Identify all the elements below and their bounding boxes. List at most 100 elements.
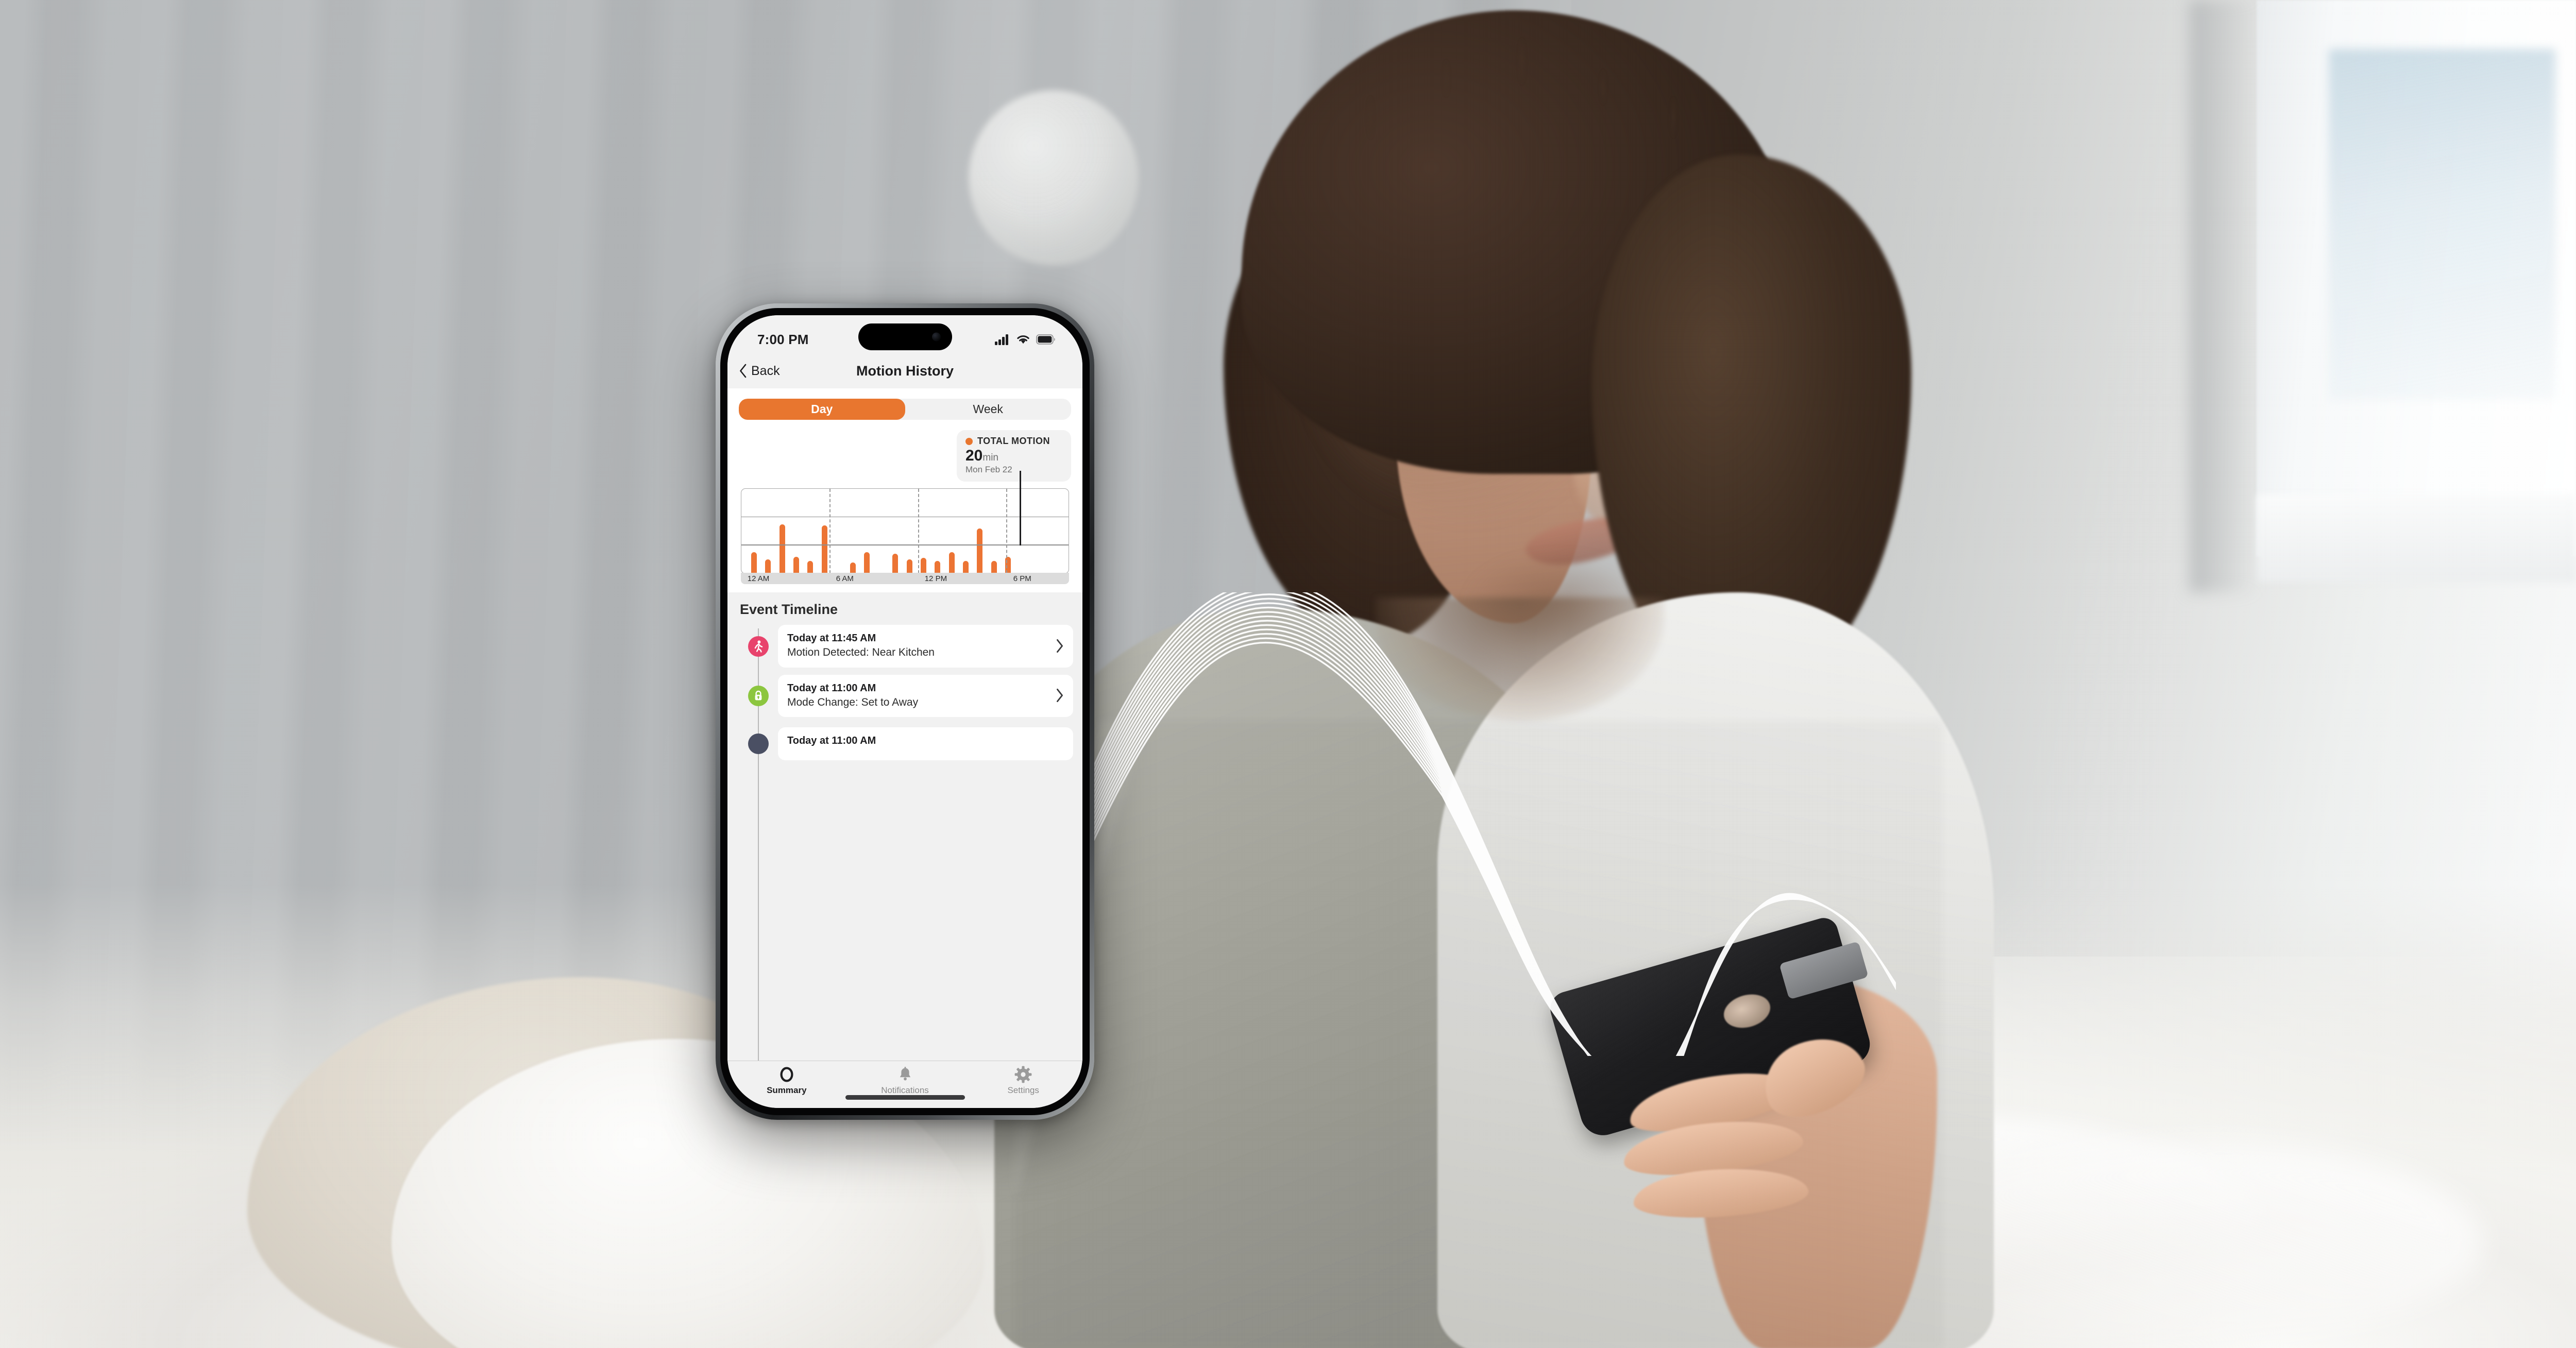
phone-mockup: 7:00 PM Back Motion History Day Week TOT… <box>716 303 1094 1120</box>
chart-bar <box>765 559 771 574</box>
person <box>994 0 1994 1348</box>
lock-glyph <box>755 690 762 701</box>
total-motion-card: TOTAL MOTION 20min Mon Feb 22 <box>957 430 1071 482</box>
wifi-icon <box>1017 335 1029 344</box>
tab-summary[interactable]: Summary <box>727 1066 846 1096</box>
chart-bar <box>991 560 997 574</box>
status-bar-icons <box>995 334 1056 345</box>
walking-person-icon <box>748 636 769 657</box>
chart-bar <box>920 558 926 574</box>
chart-tick-label: 6 AM <box>836 574 854 584</box>
chart-bar <box>821 525 827 574</box>
tab-day[interactable]: Day <box>739 399 905 420</box>
ring-icon <box>780 1067 793 1082</box>
stat-card-row: TOTAL MOTION 20min Mon Feb 22 <box>739 430 1071 482</box>
chart-bar <box>892 554 899 574</box>
day-week-segmented-control[interactable]: Day Week <box>739 399 1071 420</box>
chart-bar <box>864 552 870 574</box>
screen-content: Day Week TOTAL MOTION 20min Mon Feb 22 1… <box>727 388 1082 1061</box>
shield-icon <box>748 733 769 755</box>
chart-tick-label: 12 AM <box>747 574 770 584</box>
chart-bar <box>977 528 983 574</box>
status-bar: 7:00 PM <box>727 315 1082 353</box>
phone-screen: 7:00 PM Back Motion History Day Week TOT… <box>727 315 1082 1108</box>
chart-bar <box>962 560 969 574</box>
chevron-right-icon[interactable] <box>1056 688 1064 703</box>
event-timeline-section: Event Timeline Today at 11:45 AM Motion … <box>727 592 1082 1061</box>
bell-icon <box>900 1067 910 1081</box>
timeline-event-row[interactable]: Today at 11:45 AM Motion Detected: Near … <box>727 625 1082 668</box>
cellular-signal-icon <box>995 334 1008 345</box>
chart-bar <box>935 560 941 574</box>
stat-card-number: 20 <box>965 447 983 464</box>
hair-wisps <box>1262 31 1803 247</box>
motion-bar-chart[interactable]: 12 AM 6 AM 12 PM 6 PM <box>739 471 1071 585</box>
background-photo <box>0 0 2576 1348</box>
event-card[interactable]: Today at 11:00 AM <box>778 727 1073 761</box>
chart-time-divider <box>829 489 831 574</box>
chart-tick-label: 6 PM <box>1013 574 1031 584</box>
event-text: Today at 11:45 AM Motion Detected: Near … <box>787 632 935 660</box>
tab-notifications[interactable]: Notifications <box>846 1066 964 1096</box>
chart-bar <box>751 552 757 574</box>
gear-icon <box>1014 1066 1032 1083</box>
event-time: Today at 11:45 AM <box>787 633 876 644</box>
window-pane <box>2329 49 2555 399</box>
event-description: Motion Detected: Near Kitchen <box>787 646 935 659</box>
chart-time-divider <box>918 489 919 574</box>
chart-bar <box>793 556 799 574</box>
stat-card-unit: min <box>982 452 998 463</box>
walking-person-glyph <box>754 640 763 653</box>
section-title: Event Timeline <box>740 602 838 618</box>
dynamic-island <box>858 323 952 350</box>
back-button-label: Back <box>751 363 780 378</box>
front-camera-icon <box>931 332 941 342</box>
stat-card-value: 20min <box>965 447 1058 464</box>
stat-card-date: Mon Feb 22 <box>965 465 1012 475</box>
window-edge-glow <box>2190 0 2257 592</box>
tab-settings-label: Settings <box>1007 1085 1039 1095</box>
event-text: Today at 11:00 AM Mode Change: Set to Aw… <box>787 681 918 710</box>
page-title: Motion History <box>856 363 954 379</box>
chart-x-axis-band: 12 AM 6 AM 12 PM 6 PM <box>741 573 1069 585</box>
tab-summary-label: Summary <box>767 1085 807 1095</box>
stat-card-label: TOTAL MOTION <box>977 436 1050 446</box>
chart-time-divider <box>1006 489 1008 574</box>
event-card[interactable]: Today at 11:00 AM Mode Change: Set to Aw… <box>778 674 1073 718</box>
window-sill <box>2257 494 2576 582</box>
status-bar-clock: 7:00 PM <box>757 331 809 347</box>
chart-bar <box>948 552 955 574</box>
lock-icon <box>748 685 769 706</box>
chart-panel: Day Week TOTAL MOTION 20min Mon Feb 22 1… <box>727 388 1082 593</box>
tab-bar: Summary Notifications Settings <box>727 1061 1082 1108</box>
gear-tooth <box>1022 1066 1025 1070</box>
event-text: Today at 11:00 AM <box>787 734 876 748</box>
legend-dot-icon <box>965 437 973 445</box>
tab-notifications-label: Notifications <box>881 1085 929 1095</box>
nav-bar: Back Motion History <box>727 353 1082 388</box>
stat-card-header: TOTAL MOTION <box>965 436 1058 447</box>
event-card[interactable]: Today at 11:45 AM Motion Detected: Near … <box>778 625 1073 668</box>
chart-bar <box>850 562 856 574</box>
chart-bar <box>906 559 912 574</box>
timeline-event-row[interactable]: Today at 11:00 AM <box>727 724 1082 763</box>
home-indicator[interactable] <box>845 1095 965 1100</box>
event-time: Today at 11:00 AM <box>787 682 876 694</box>
event-time: Today at 11:00 AM <box>787 735 876 747</box>
gear-tooth <box>1014 1073 1020 1076</box>
chart-bar <box>779 524 785 574</box>
gear-tooth <box>1022 1079 1025 1083</box>
event-description: Mode Change: Set to Away <box>787 696 919 708</box>
chevron-right-icon[interactable] <box>1056 639 1064 653</box>
chart-bar <box>807 560 814 574</box>
chevron-left-icon <box>740 364 747 378</box>
tab-settings[interactable]: Settings <box>964 1066 1082 1096</box>
phone-bezel: 7:00 PM Back Motion History Day Week TOT… <box>720 308 1090 1115</box>
back-button[interactable]: Back <box>739 364 780 379</box>
gear-tooth <box>1027 1073 1032 1076</box>
tab-week[interactable]: Week <box>905 399 1072 420</box>
chart-tick-label: 12 PM <box>924 574 947 584</box>
chart-selection-line <box>1020 471 1022 546</box>
battery-icon <box>1036 334 1055 345</box>
timeline-event-row[interactable]: Today at 11:00 AM Mode Change: Set to Aw… <box>727 674 1082 718</box>
